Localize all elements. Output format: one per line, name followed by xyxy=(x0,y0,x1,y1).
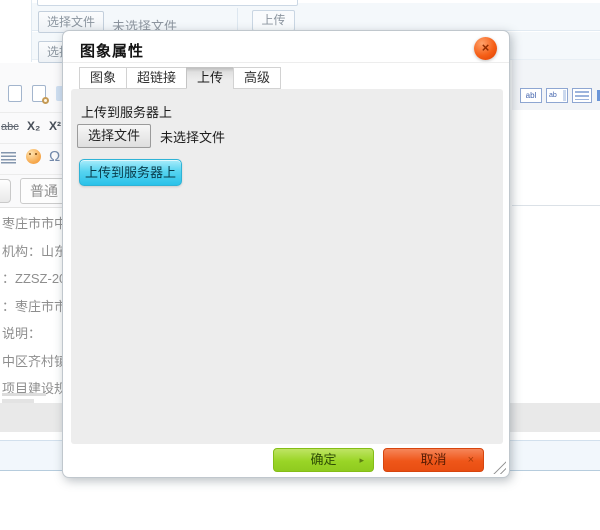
textarea-icon-label: ab xyxy=(549,92,557,99)
close-icon[interactable]: × xyxy=(474,37,497,60)
no-file-selected-label: 未选择文件 xyxy=(160,127,225,146)
title-divider xyxy=(63,62,509,63)
upload-panel: 上传到服务器上 选择文件 未选择文件 上传到服务器上 xyxy=(71,89,503,444)
page: 选择文件 未选择文件 上传 选择文件 abc X₂ X² Ω 普通 abl ab… xyxy=(0,0,600,530)
subscript-icon[interactable]: X₂ xyxy=(27,119,40,133)
doc-line: 机构：山东 xyxy=(2,244,66,260)
tab-image[interactable]: 图象 xyxy=(79,67,127,89)
bg-column-divider xyxy=(31,0,32,62)
editor-border xyxy=(512,205,600,206)
toolbar-separator xyxy=(0,143,62,144)
upload-section-label: 上传到服务器上 xyxy=(81,102,172,121)
choose-file-button[interactable]: 选择文件 xyxy=(77,124,151,148)
text-field-icon[interactable]: abl xyxy=(520,88,542,103)
bg-upload-button[interactable]: 上传 xyxy=(252,10,295,31)
editor-border xyxy=(0,207,62,208)
file-input-row: 选择文件 未选择文件 xyxy=(77,124,225,148)
magnifier-icon xyxy=(42,97,49,104)
resize-handle[interactable] xyxy=(493,461,506,474)
ok-button-label: 确定 xyxy=(310,452,336,467)
tab-advanced[interactable]: 高级 xyxy=(233,67,281,89)
toolbar-separator xyxy=(0,174,62,175)
smiley-icon[interactable] xyxy=(26,149,41,164)
special-char-icon[interactable]: Ω xyxy=(49,148,60,165)
strikethrough-icon[interactable]: abc xyxy=(1,121,19,133)
doc-line: ：枣庄市市 xyxy=(2,299,66,315)
justify-icon[interactable] xyxy=(1,152,16,165)
superscript-icon[interactable]: X² xyxy=(49,119,61,133)
tab-upload[interactable]: 上传 xyxy=(186,67,234,89)
upload-to-server-button[interactable]: 上传到服务器上 xyxy=(79,159,182,186)
cancel-x-icon: × xyxy=(468,449,474,471)
doc-line: ：ZZSZ-201 xyxy=(2,271,66,287)
new-page-icon[interactable] xyxy=(8,85,22,102)
listbox-lines xyxy=(575,91,589,100)
document-text-column: 枣庄市市中 机构：山东 ：ZZSZ-201 ：枣庄市市 说明： 中区齐村镇 项目… xyxy=(2,216,66,409)
scrollbar-glyph xyxy=(563,90,566,101)
bg-text-input-partial[interactable] xyxy=(37,0,298,6)
preview-icon[interactable] xyxy=(32,85,46,102)
textarea-icon[interactable]: ab xyxy=(546,88,568,103)
doc-line: 枣庄市市中 xyxy=(2,216,66,232)
ok-arrow-icon: ▸ xyxy=(359,449,364,471)
toolbar-separator xyxy=(0,112,62,113)
listbox-icon[interactable] xyxy=(572,88,592,103)
dialog-title: 图象属性 xyxy=(80,40,144,61)
dialog-tabs: 图象 超链接 上传 高级 xyxy=(79,67,280,89)
cancel-button[interactable]: 取消 × xyxy=(383,448,484,472)
tab-link[interactable]: 超链接 xyxy=(126,67,187,89)
image-properties-dialog: 图象属性 × 图象 超链接 上传 高级 上传到服务器上 选择文件 未选择文件 上… xyxy=(62,30,510,478)
faint-text-line xyxy=(2,393,46,396)
cancel-button-label: 取消 xyxy=(420,452,446,467)
doc-line: 说明： xyxy=(2,326,66,342)
toolbar-button-partial[interactable] xyxy=(0,179,11,203)
ok-button[interactable]: 确定 ▸ xyxy=(273,448,374,472)
doc-line: 中区齐村镇 xyxy=(2,354,66,370)
